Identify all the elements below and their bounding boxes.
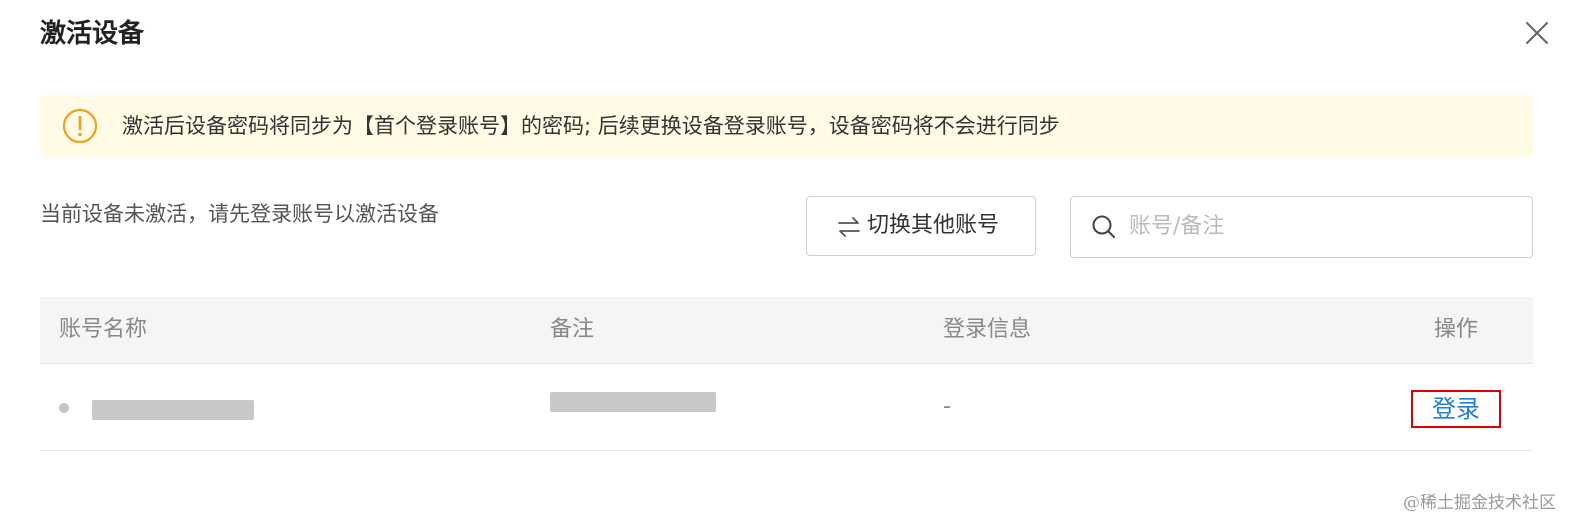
warning-alert: 激活后设备密码将同步为【首个登录账号】的密码; 后续更换设备登录账号，设备密码将… bbox=[40, 95, 1533, 157]
alert-message: 激活后设备密码将同步为【首个登录账号】的密码; 后续更换设备登录账号，设备密码将… bbox=[122, 114, 1060, 138]
column-header-action: 操作 bbox=[1434, 317, 1479, 342]
redacted-remark bbox=[550, 392, 716, 412]
search-box[interactable] bbox=[1070, 196, 1533, 258]
dialog-title: 激活设备 bbox=[40, 19, 145, 49]
activation-hint: 当前设备未激活，请先登录账号以激活设备 bbox=[40, 202, 439, 226]
account-table: 账号名称 备注 登录信息 操作 - 登录 bbox=[40, 297, 1533, 451]
login-button[interactable]: 登录 bbox=[1411, 390, 1501, 428]
swap-arrows-icon bbox=[838, 217, 860, 237]
switch-account-button[interactable]: 切换其他账号 bbox=[806, 196, 1036, 256]
table-header: 账号名称 备注 登录信息 操作 bbox=[40, 297, 1533, 364]
activate-device-dialog: 激活设备 激活后设备密码将同步为【首个登录账号】的密码; 后续更换设备登录账号，… bbox=[0, 0, 1595, 525]
login-info-cell: - bbox=[943, 394, 951, 419]
switch-account-label: 切换其他账号 bbox=[867, 213, 1000, 238]
watermark: @稀土掘金技术社区 bbox=[1403, 493, 1556, 513]
redacted-account-name bbox=[92, 400, 254, 420]
warning-circle-icon bbox=[62, 108, 98, 144]
close-button[interactable] bbox=[1522, 18, 1552, 48]
table-row: - 登录 bbox=[40, 364, 1533, 451]
column-header-remark: 备注 bbox=[550, 317, 595, 342]
search-icon bbox=[1092, 215, 1115, 238]
column-header-account-name: 账号名称 bbox=[59, 317, 148, 342]
column-header-login-info: 登录信息 bbox=[943, 317, 1032, 342]
status-dot bbox=[59, 403, 69, 413]
search-input[interactable] bbox=[1129, 205, 1509, 247]
close-icon bbox=[1526, 22, 1548, 44]
